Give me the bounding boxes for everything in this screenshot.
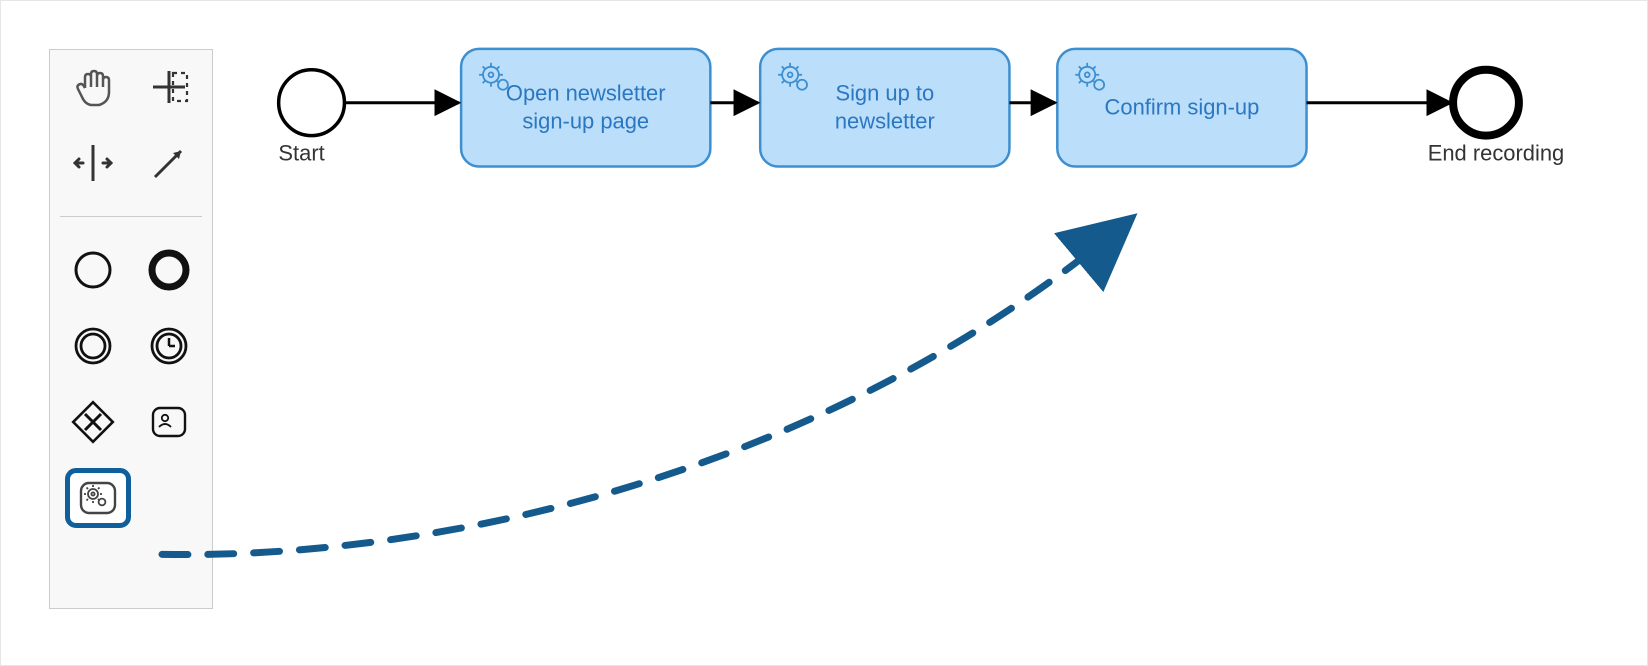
- guidance-arrow: [162, 220, 1129, 554]
- connect-arrow-icon: [147, 141, 191, 185]
- service-task-tool[interactable]: [70, 473, 126, 523]
- task-confirm[interactable]: Confirm sign-up: [1057, 49, 1306, 167]
- task-label: sign-up page: [522, 109, 649, 134]
- tool-palette: [49, 49, 213, 609]
- intermediate-event-tool[interactable]: [65, 321, 121, 371]
- intermediate-event-icon: [71, 324, 115, 368]
- timer-event-icon: [147, 324, 191, 368]
- user-task-tool[interactable]: [141, 397, 197, 447]
- task-open-newsletter[interactable]: Open newsletter sign-up page: [461, 49, 710, 167]
- diagram-canvas[interactable]: Start Open newsletter sign-up page Sign …: [1, 1, 1647, 665]
- space-icon: [71, 141, 115, 185]
- palette-separator: [60, 216, 202, 217]
- service-task-icon: [76, 476, 120, 520]
- timer-event-tool[interactable]: [141, 321, 197, 371]
- hand-icon: [71, 65, 115, 109]
- gateway-icon: [71, 400, 115, 444]
- end-event-node[interactable]: [1453, 70, 1519, 136]
- gateway-tool[interactable]: [65, 397, 121, 447]
- user-task-icon: [147, 400, 191, 444]
- space-tool[interactable]: [65, 138, 121, 188]
- task-label: newsletter: [835, 109, 935, 134]
- end-event-icon: [147, 248, 191, 292]
- end-event-label: End recording: [1428, 141, 1565, 166]
- task-label: Sign up to: [835, 81, 934, 106]
- lasso-icon: [147, 65, 191, 109]
- task-label: Open newsletter: [506, 81, 666, 106]
- hand-tool[interactable]: [65, 62, 121, 112]
- connect-tool[interactable]: [141, 138, 197, 188]
- task-label: Confirm sign-up: [1105, 95, 1260, 120]
- lasso-tool[interactable]: [141, 62, 197, 112]
- start-event-node[interactable]: [279, 70, 345, 136]
- task-sign-up[interactable]: Sign up to newsletter: [760, 49, 1009, 167]
- start-event-label: Start: [278, 141, 324, 166]
- start-event-tool[interactable]: [65, 245, 121, 295]
- end-event-tool[interactable]: [141, 245, 197, 295]
- start-event-icon: [71, 248, 115, 292]
- diagram-stage: Start Open newsletter sign-up page Sign …: [0, 0, 1648, 666]
